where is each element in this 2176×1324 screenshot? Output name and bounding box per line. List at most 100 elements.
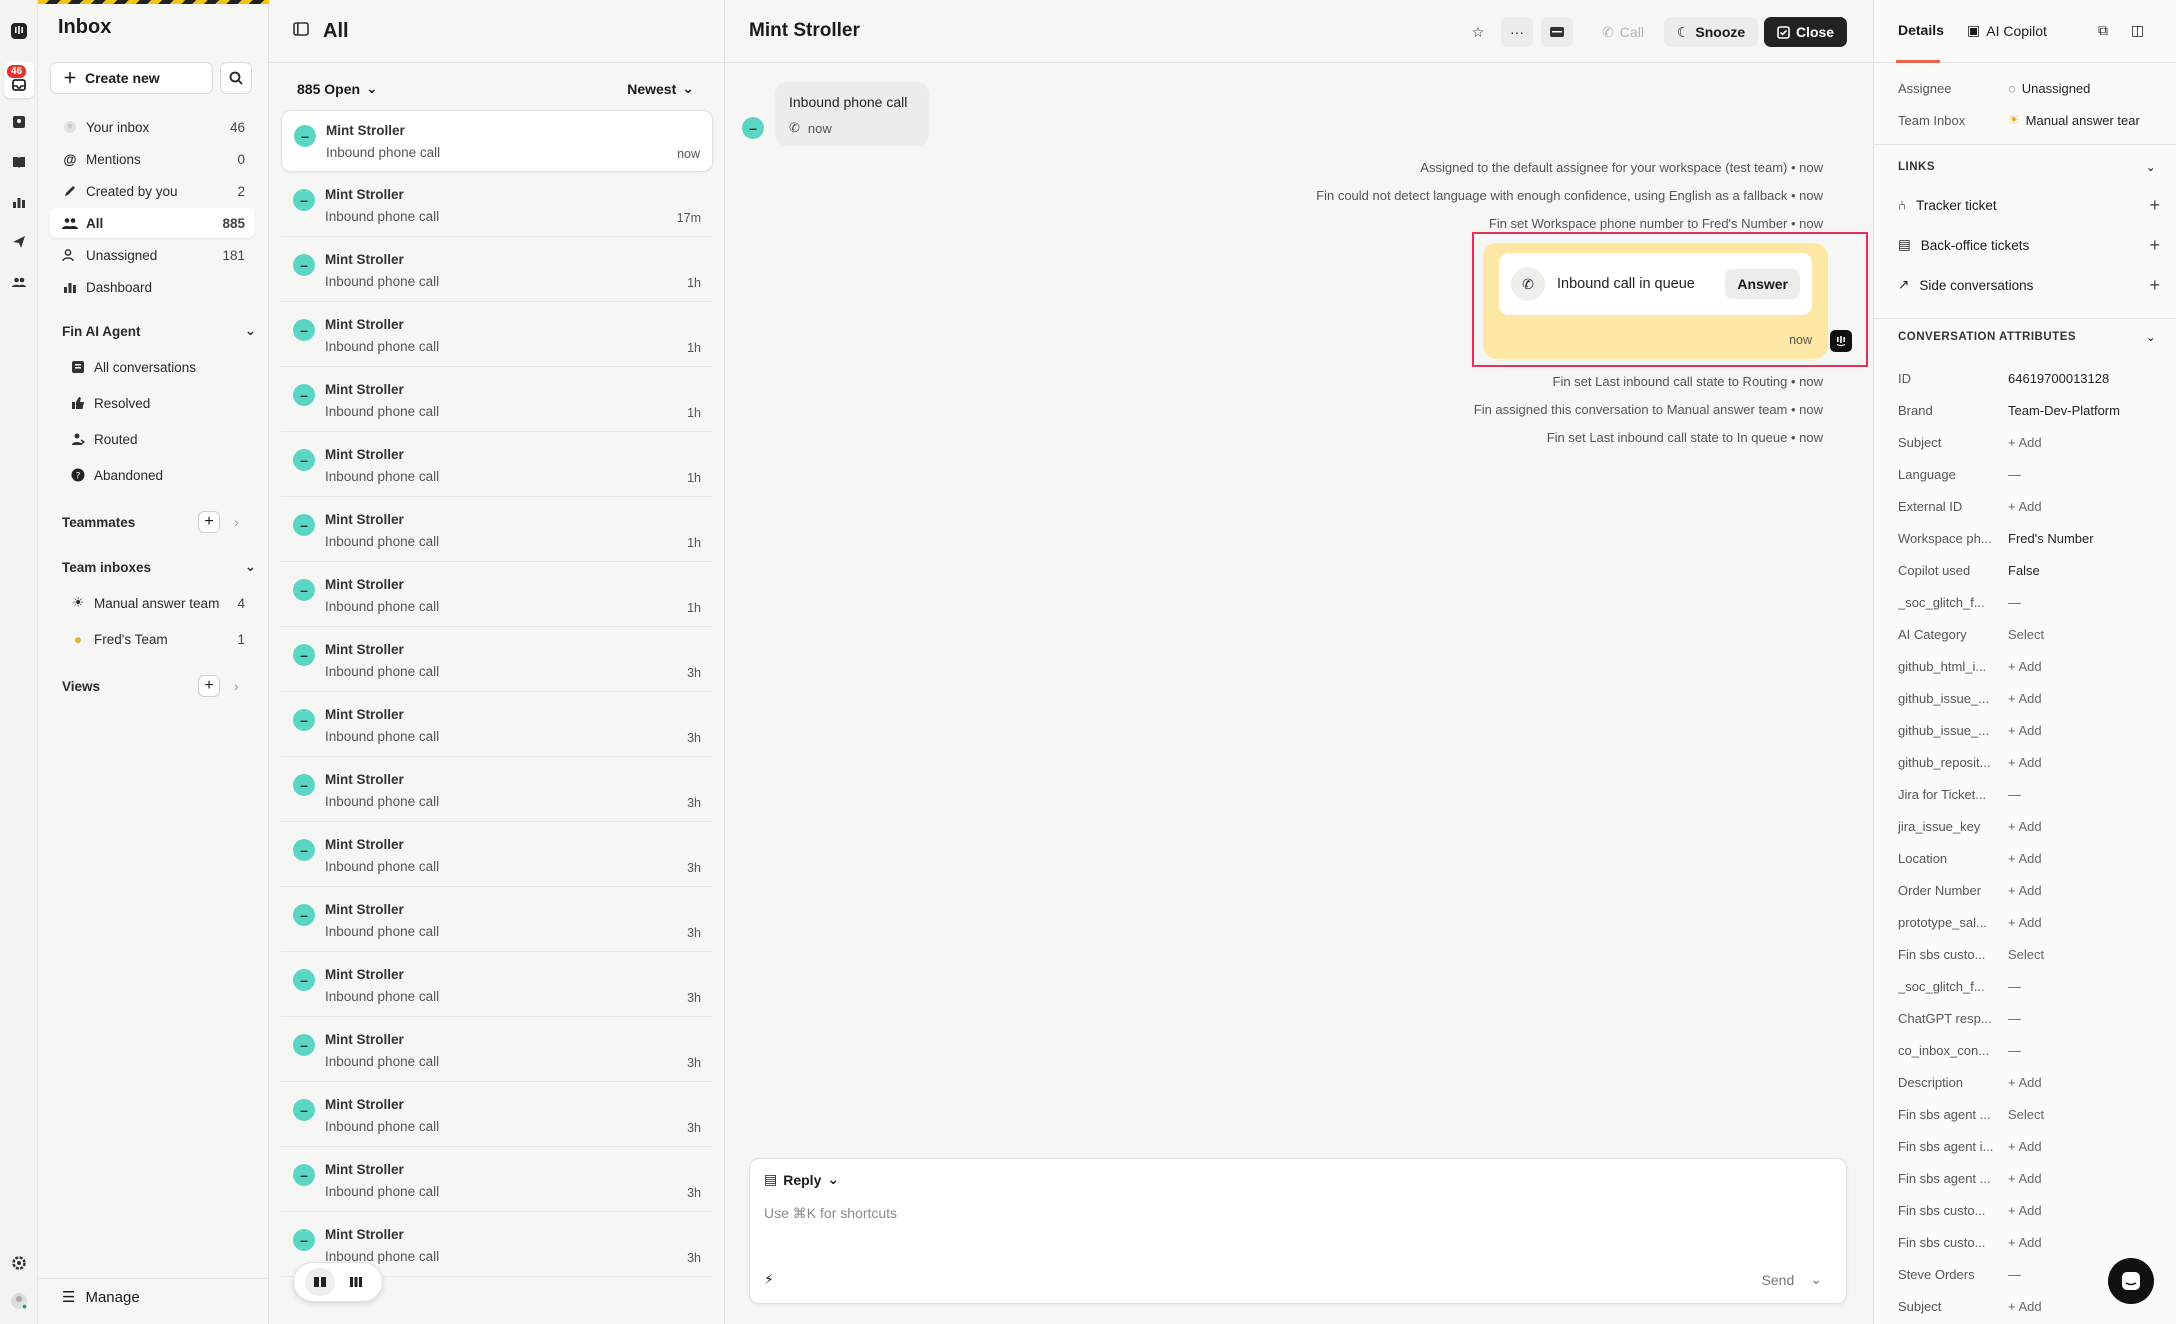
- conversation-list-item[interactable]: – Mint Stroller Inbound phone call now: [281, 110, 713, 172]
- tab-ai-copilot[interactable]: ▣ AI Copilot: [1967, 22, 2047, 39]
- attribute-row[interactable]: github_html_i... + Add: [1898, 654, 2158, 678]
- sidebar-item-fin-routed[interactable]: Routed: [58, 424, 263, 454]
- conversation-list-item[interactable]: – Mint Stroller Inbound phone call 1h: [281, 565, 713, 627]
- attribute-row[interactable]: Order Number + Add: [1898, 878, 2158, 902]
- settings-gear-icon[interactable]: [8, 1252, 30, 1274]
- snooze-button[interactable]: ☾ Snooze: [1664, 17, 1758, 47]
- inbox-icon[interactable]: [8, 74, 30, 96]
- reply-mode-dropdown[interactable]: ▤ Reply ⌄: [764, 1171, 839, 1188]
- sidebar-item-freds-team[interactable]: ● Fred's Team 1: [58, 624, 255, 654]
- sidebar-item-mentions[interactable]: @ Mentions 0: [50, 144, 255, 174]
- call-button[interactable]: ✆ Call: [1588, 17, 1658, 47]
- attribute-row[interactable]: _soc_glitch_f... —: [1898, 974, 2158, 998]
- sort-dropdown[interactable]: Newest ⌄: [627, 80, 694, 97]
- sidebar-item-fin-abandoned[interactable]: ? Abandoned: [58, 460, 263, 490]
- sidebar-item-created-by-you[interactable]: Created by you 2: [50, 176, 255, 206]
- sidebar-item-all[interactable]: All 885: [50, 208, 255, 238]
- manage-button[interactable]: ☰ Manage: [62, 1288, 140, 1307]
- attribute-row[interactable]: github_issue_... + Add: [1898, 718, 2158, 742]
- attribute-row[interactable]: co_inbox_con... —: [1898, 1038, 2158, 1062]
- contacts-icon[interactable]: [8, 111, 30, 133]
- attribute-row[interactable]: External ID + Add: [1898, 494, 2158, 518]
- conversation-list-item[interactable]: – Mint Stroller Inbound phone call 3h: [281, 695, 713, 757]
- conversation-list-item[interactable]: – Mint Stroller Inbound phone call 1h: [281, 435, 713, 497]
- sidebar-item-dashboard[interactable]: Dashboard: [50, 272, 255, 302]
- conversation-list-item[interactable]: – Mint Stroller Inbound phone call 3h: [281, 1150, 713, 1212]
- sidebar-item-manual-answer-team[interactable]: ☀ Manual answer team 4: [58, 588, 255, 618]
- add-view-button[interactable]: +: [198, 675, 220, 697]
- open-external-icon[interactable]: ⧉: [2098, 22, 2108, 39]
- tab-details[interactable]: Details: [1898, 22, 1944, 38]
- attribute-row[interactable]: Fin sbs agent i... + Add: [1898, 1134, 2158, 1158]
- send-options-chevron-icon[interactable]: ⌄: [1810, 1271, 1822, 1288]
- sidebar-item-fin-all-conversations[interactable]: All conversations: [58, 352, 263, 382]
- sidebar-item-your-inbox[interactable]: Your inbox 46: [50, 112, 255, 142]
- views-section[interactable]: Views: [62, 679, 202, 694]
- search-button[interactable]: [220, 62, 252, 94]
- attribute-row[interactable]: github_issue_... + Add: [1898, 686, 2158, 710]
- attribute-row[interactable]: Fin sbs agent ... Select: [1898, 1102, 2158, 1126]
- conversation-list-item[interactable]: – Mint Stroller Inbound phone call 3h: [281, 760, 713, 822]
- add-teammate-button[interactable]: +: [198, 511, 220, 533]
- team-inboxes-section[interactable]: Team inboxes ⌄: [62, 559, 256, 575]
- attribute-row[interactable]: Fin sbs custo... Select: [1898, 942, 2158, 966]
- conversation-list-item[interactable]: – Mint Stroller Inbound phone call 1h: [281, 240, 713, 302]
- conversation-list-item[interactable]: – Mint Stroller Inbound phone call 3h: [281, 1085, 713, 1147]
- knowledge-book-icon[interactable]: [8, 151, 30, 173]
- attribute-row[interactable]: _soc_glitch_f... —: [1898, 590, 2158, 614]
- attribute-row[interactable]: Fin sbs custo... + Add: [1898, 1198, 2158, 1222]
- attribute-row[interactable]: Workspace ph... Fred's Number: [1898, 526, 2158, 550]
- conversation-list-item[interactable]: – Mint Stroller Inbound phone call 1h: [281, 370, 713, 432]
- links-section[interactable]: LINKS ⌄: [1898, 160, 2156, 174]
- attribute-row[interactable]: Fin sbs custo... + Add: [1898, 1230, 2158, 1254]
- back-office-tickets-link[interactable]: ▤ Back-office tickets +: [1898, 231, 2160, 259]
- conversation-list-item[interactable]: – Mint Stroller Inbound phone call 3h: [281, 955, 713, 1017]
- attribute-row[interactable]: Copilot used False: [1898, 558, 2158, 582]
- more-options-button[interactable]: ···: [1501, 17, 1533, 47]
- conversation-list-item[interactable]: – Mint Stroller Inbound phone call 1h: [281, 500, 713, 562]
- intercom-logo-icon[interactable]: [8, 20, 30, 42]
- user-avatar-icon[interactable]: [8, 1290, 30, 1312]
- attribute-row[interactable]: prototype_sal... + Add: [1898, 910, 2158, 934]
- contact-avatar[interactable]: –: [742, 117, 764, 139]
- send-button[interactable]: Send: [1762, 1272, 1795, 1288]
- add-side-conversation-button[interactable]: +: [2149, 275, 2160, 296]
- attribute-row[interactable]: Language —: [1898, 462, 2158, 486]
- conversation-list-item[interactable]: – Mint Stroller Inbound phone call 3h: [281, 825, 713, 887]
- attribute-row[interactable]: github_reposit... + Add: [1898, 750, 2158, 774]
- star-button[interactable]: ☆: [1465, 17, 1491, 47]
- add-tracker-ticket-button[interactable]: +: [2149, 195, 2160, 216]
- reports-chart-icon[interactable]: [8, 191, 30, 213]
- sidebar-toggle-icon[interactable]: [293, 20, 309, 43]
- attribute-row[interactable]: ChatGPT resp... —: [1898, 1006, 2158, 1030]
- tracker-ticket-link[interactable]: ⑃ Tracker ticket +: [1898, 191, 2160, 219]
- assignee-row[interactable]: Assignee ◌ Unassigned: [1898, 76, 2158, 100]
- attribute-row[interactable]: Subject + Add: [1898, 430, 2158, 454]
- reply-input[interactable]: Use ⌘K for shortcuts: [764, 1205, 897, 1222]
- close-conversation-button[interactable]: Close: [1764, 17, 1847, 47]
- add-back-office-ticket-button[interactable]: +: [2149, 235, 2160, 256]
- teammates-section[interactable]: Teammates: [62, 515, 202, 530]
- panel-layout-icon[interactable]: ◫: [2131, 22, 2144, 39]
- open-status-filter[interactable]: 885 Open ⌄: [297, 80, 378, 97]
- conversation-list-item[interactable]: – Mint Stroller Inbound phone call 17m: [281, 175, 713, 237]
- fin-ai-agent-section[interactable]: Fin AI Agent ⌄: [62, 323, 256, 339]
- conversation-attributes-section[interactable]: CONVERSATION ATTRIBUTES ⌄: [1898, 330, 2156, 344]
- people-icon[interactable]: [8, 271, 30, 293]
- conversation-list-item[interactable]: – Mint Stroller Inbound phone call 3h: [281, 890, 713, 952]
- attribute-row[interactable]: Description + Add: [1898, 1070, 2158, 1094]
- conversation-list-item[interactable]: – Mint Stroller Inbound phone call 3h: [281, 1020, 713, 1082]
- team-inbox-row[interactable]: Team Inbox ☀ Manual answer tear: [1898, 108, 2158, 132]
- side-conversations-link[interactable]: ↗ Side conversations +: [1898, 271, 2160, 299]
- attribute-row[interactable]: Location + Add: [1898, 846, 2158, 870]
- attribute-row[interactable]: jira_issue_key + Add: [1898, 814, 2158, 838]
- attribute-row[interactable]: AI Category Select: [1898, 622, 2158, 646]
- list-view-button[interactable]: [305, 1268, 335, 1296]
- conversation-list-item[interactable]: – Mint Stroller Inbound phone call 1h: [281, 305, 713, 367]
- attribute-row[interactable]: Jira for Ticket... —: [1898, 782, 2158, 806]
- attribute-row[interactable]: Fin sbs agent ... + Add: [1898, 1166, 2158, 1190]
- conversation-list-item[interactable]: – Mint Stroller Inbound phone call 3h: [281, 630, 713, 692]
- answer-call-button[interactable]: Answer: [1725, 269, 1800, 299]
- outbound-send-icon[interactable]: [8, 231, 30, 253]
- attribute-row[interactable]: ID 64619700013128: [1898, 366, 2158, 390]
